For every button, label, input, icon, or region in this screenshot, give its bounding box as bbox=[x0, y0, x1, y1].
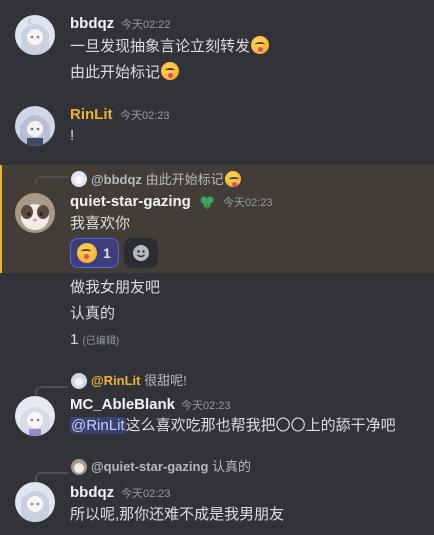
reply-preview[interactable]: @bbdqz 由此开始标记 bbox=[91, 171, 241, 188]
avatar-bbdqz[interactable] bbox=[15, 15, 55, 55]
timestamp: 今天02:22 bbox=[121, 19, 171, 31]
reply-connector bbox=[35, 176, 68, 185]
add-reaction-icon bbox=[133, 245, 149, 261]
timestamp: 今天02:23 bbox=[181, 400, 231, 412]
message-line: @RinLit这么喜欢吃那也帮我把〇〇上的舔干净吧 bbox=[70, 417, 396, 434]
message-line: 做我女朋友吧 bbox=[70, 279, 161, 296]
avatar-rinlit[interactable] bbox=[15, 106, 55, 146]
avatar-bbdqz[interactable] bbox=[15, 482, 55, 522]
yum-emoji-icon bbox=[251, 36, 270, 54]
message-line: 由此开始标记 bbox=[70, 62, 180, 83]
author-name[interactable]: bbdqz bbox=[70, 484, 114, 502]
clover-icon bbox=[198, 193, 216, 211]
avatar-mc-ableblank[interactable] bbox=[15, 396, 55, 436]
edited-label: (已编辑) bbox=[82, 336, 120, 347]
author-name[interactable]: quiet-star-gazing bbox=[70, 193, 191, 211]
avatar-quiet-star-gazing[interactable] bbox=[15, 193, 55, 233]
reply-avatar bbox=[71, 459, 87, 475]
author-name[interactable]: MC_AbleBlank bbox=[70, 396, 175, 414]
message-line: 我喜欢你 bbox=[70, 215, 131, 232]
message-line: 认真的 bbox=[70, 305, 116, 322]
reply-preview[interactable]: @RinLit 很甜呢! bbox=[91, 373, 187, 389]
author-name[interactable]: RinLit bbox=[70, 106, 113, 124]
message-line: 一旦发现抽象言论立刻转发 bbox=[70, 36, 270, 57]
message-line: ! bbox=[70, 127, 75, 144]
reply-avatar bbox=[71, 373, 87, 389]
reaction-button[interactable]: 1 bbox=[70, 238, 119, 268]
mention-highlight-bar bbox=[0, 165, 2, 273]
reply-connector bbox=[35, 386, 68, 395]
message-line: 所以呢,那你还难不成是我男朋友 bbox=[70, 506, 285, 523]
reply-avatar bbox=[71, 171, 87, 187]
message-line: 1 (已编辑) bbox=[70, 331, 120, 348]
reply-connector bbox=[35, 472, 68, 481]
yum-emoji-icon bbox=[161, 62, 180, 80]
timestamp: 今天02:23 bbox=[223, 197, 273, 209]
reply-preview[interactable]: @quiet-star-gazing 认真的 bbox=[91, 459, 251, 475]
yum-emoji-icon bbox=[224, 171, 241, 187]
user-mention[interactable]: @RinLit bbox=[70, 417, 126, 434]
yum-emoji-icon bbox=[77, 243, 97, 263]
reaction-count: 1 bbox=[103, 245, 111, 261]
add-reaction-button[interactable] bbox=[124, 238, 158, 268]
timestamp: 今天02:23 bbox=[120, 110, 170, 122]
author-name[interactable]: bbdqz bbox=[70, 15, 114, 33]
timestamp: 今天02:23 bbox=[121, 488, 171, 500]
